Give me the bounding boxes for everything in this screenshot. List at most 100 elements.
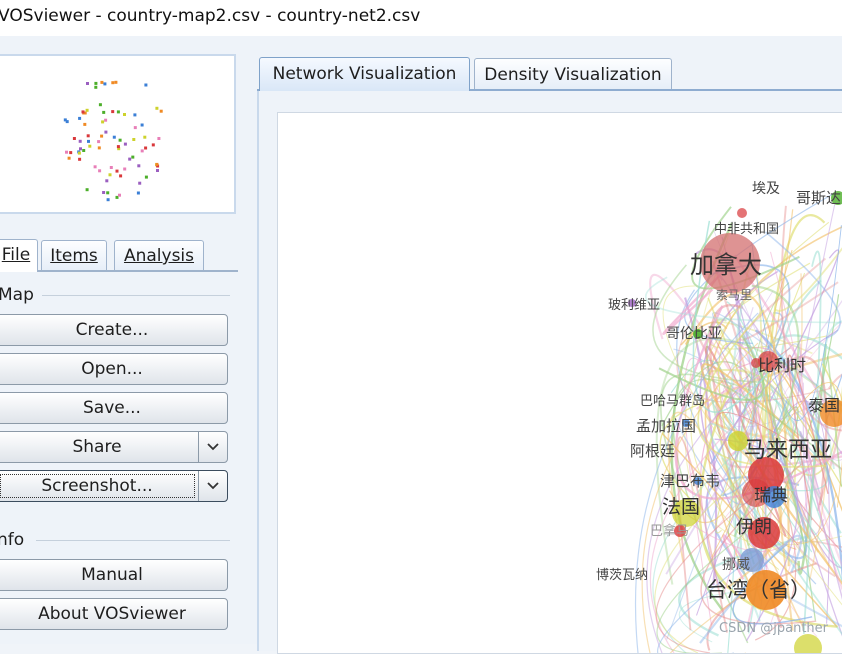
minimap-node — [123, 168, 126, 171]
window-title: VOSviewer - country-map2.csv - country-n… — [0, 6, 420, 26]
minimap-node — [119, 139, 122, 142]
chevron-down-icon — [207, 443, 219, 451]
manual-button[interactable]: Manual — [0, 559, 228, 591]
minimap-node — [111, 81, 114, 84]
overview-minimap[interactable] — [0, 54, 236, 214]
minimap-node — [109, 173, 112, 176]
save-button[interactable]: Save... — [0, 392, 228, 424]
tab-analysis-label: Analysis — [124, 246, 194, 266]
screenshot-dropdown-chevron-icon[interactable] — [198, 471, 227, 501]
minimap-node — [78, 152, 81, 155]
minimap-node — [65, 151, 68, 154]
label-france[interactable]: 法国 — [662, 496, 700, 518]
tab-file-label: File — [2, 245, 30, 265]
minimap-node — [78, 158, 81, 161]
label-colombia[interactable]: 哥伦比亚 — [666, 326, 722, 342]
watermark: CSDN @jpanther — [719, 621, 828, 636]
info-group-rule — [36, 540, 230, 541]
label-belgium[interactable]: 比利时 — [758, 356, 806, 375]
minimap-node — [143, 136, 146, 139]
minimap-node — [79, 147, 82, 150]
label-iran[interactable]: 伊朗 — [736, 517, 772, 538]
minimap-node — [69, 151, 72, 154]
label-zimbabwe[interactable]: 津巴布韦 — [660, 472, 720, 490]
network-graph: 埃及哥斯达中非共和国加拿大索马里玻利维亚哥伦比亚比利时泰国 巴哈马群岛孟加拉国阿根… — [278, 113, 842, 653]
minimap-node — [87, 134, 90, 137]
tab-file[interactable]: File — [0, 239, 38, 272]
title-bar: VOSviewer - country-map2.csv - country-n… — [0, 0, 842, 36]
minimap-node — [83, 123, 86, 126]
label-bangladesh[interactable]: 孟加拉国 — [636, 417, 696, 435]
share-button[interactable]: Share — [0, 431, 228, 463]
network-canvas[interactable]: 埃及哥斯达中非共和国加拿大索马里玻利维亚哥伦比亚比利时泰国 巴哈马群岛孟加拉国阿根… — [277, 112, 842, 654]
create-button[interactable]: Create... — [0, 314, 228, 346]
label-egypt[interactable]: 埃及 — [752, 181, 780, 197]
minimap-node — [107, 198, 110, 201]
minimap-node — [86, 109, 89, 112]
label-taiwan[interactable]: 台湾（省） — [706, 578, 811, 602]
minimap-node — [128, 158, 131, 161]
minimap-node — [138, 182, 141, 185]
chevron-down-icon — [207, 482, 219, 490]
open-button[interactable]: Open... — [0, 353, 228, 385]
minimap-node — [68, 157, 71, 160]
tab-analysis[interactable]: Analysis — [114, 240, 204, 271]
minimap-node — [110, 166, 113, 169]
label-norway[interactable]: 挪威 — [722, 557, 750, 573]
about-button-label: About VOSviewer — [38, 604, 186, 624]
about-vosviewer-button[interactable]: About VOSviewer — [0, 598, 228, 630]
label-costa-rica[interactable]: 哥斯达 — [796, 189, 841, 207]
tab-network-visualization[interactable]: Network Visualization — [259, 57, 470, 91]
minimap-node — [98, 146, 101, 149]
tab-density-label: Density Visualization — [484, 65, 661, 85]
label-central-african-republic[interactable]: 中非共和国 — [714, 222, 779, 237]
info-group-label: Info — [0, 530, 24, 550]
minimap-node — [102, 111, 105, 114]
minimap-node — [156, 169, 159, 172]
label-thailand[interactable]: 泰国 — [808, 396, 840, 415]
minimap-node — [104, 119, 107, 122]
minimap-node — [160, 110, 163, 113]
minimap-node — [103, 82, 106, 85]
tab-density-visualization[interactable]: Density Visualization — [474, 58, 672, 89]
screenshot-button[interactable]: Screenshot... — [0, 470, 228, 502]
minimap-node — [137, 192, 140, 195]
screenshot-button-label: Screenshot... — [0, 471, 197, 501]
minimap-node — [155, 163, 158, 166]
label-bahamas[interactable]: 巴哈马群岛 — [640, 393, 705, 409]
minimap-node — [116, 170, 119, 173]
minimap-node — [64, 118, 67, 121]
manual-button-label: Manual — [81, 565, 143, 585]
minimap-node — [99, 103, 102, 106]
label-canada[interactable]: 加拿大 — [690, 251, 762, 279]
label-bolivia[interactable]: 玻利维亚 — [608, 298, 660, 313]
minimap-node — [152, 143, 155, 146]
minimap-node — [117, 110, 120, 113]
minimap-node — [82, 110, 85, 113]
tab-items-label: Items — [50, 246, 98, 266]
label-argentina[interactable]: 阿根廷 — [630, 442, 675, 460]
label-sweden[interactable]: 瑞典 — [754, 486, 788, 506]
minimap-node — [78, 117, 81, 120]
label-malaysia[interactable]: 马来西亚 — [744, 438, 832, 463]
minimap-node — [119, 174, 122, 177]
minimap-node — [97, 140, 100, 143]
minimap-node — [118, 194, 121, 197]
minimap-node — [86, 188, 89, 191]
tab-items[interactable]: Items — [41, 240, 107, 271]
minimap-node — [101, 120, 104, 123]
minimap-node — [117, 145, 120, 148]
minimap-node — [100, 135, 103, 138]
label-panama[interactable]: 巴拿马 — [650, 523, 689, 539]
map-group-rule — [42, 295, 230, 296]
share-dropdown-chevron-icon[interactable] — [198, 432, 227, 462]
minimap-node — [73, 137, 76, 140]
network-node[interactable] — [737, 208, 747, 218]
label-somalia[interactable]: 索马里 — [716, 288, 752, 302]
minimap-node — [94, 82, 97, 85]
minimap-node — [123, 113, 126, 116]
minimap-node — [113, 136, 116, 139]
label-botswana[interactable]: 博茨瓦纳 — [596, 568, 648, 583]
minimap-node — [137, 164, 140, 167]
minimap-node — [82, 149, 85, 152]
